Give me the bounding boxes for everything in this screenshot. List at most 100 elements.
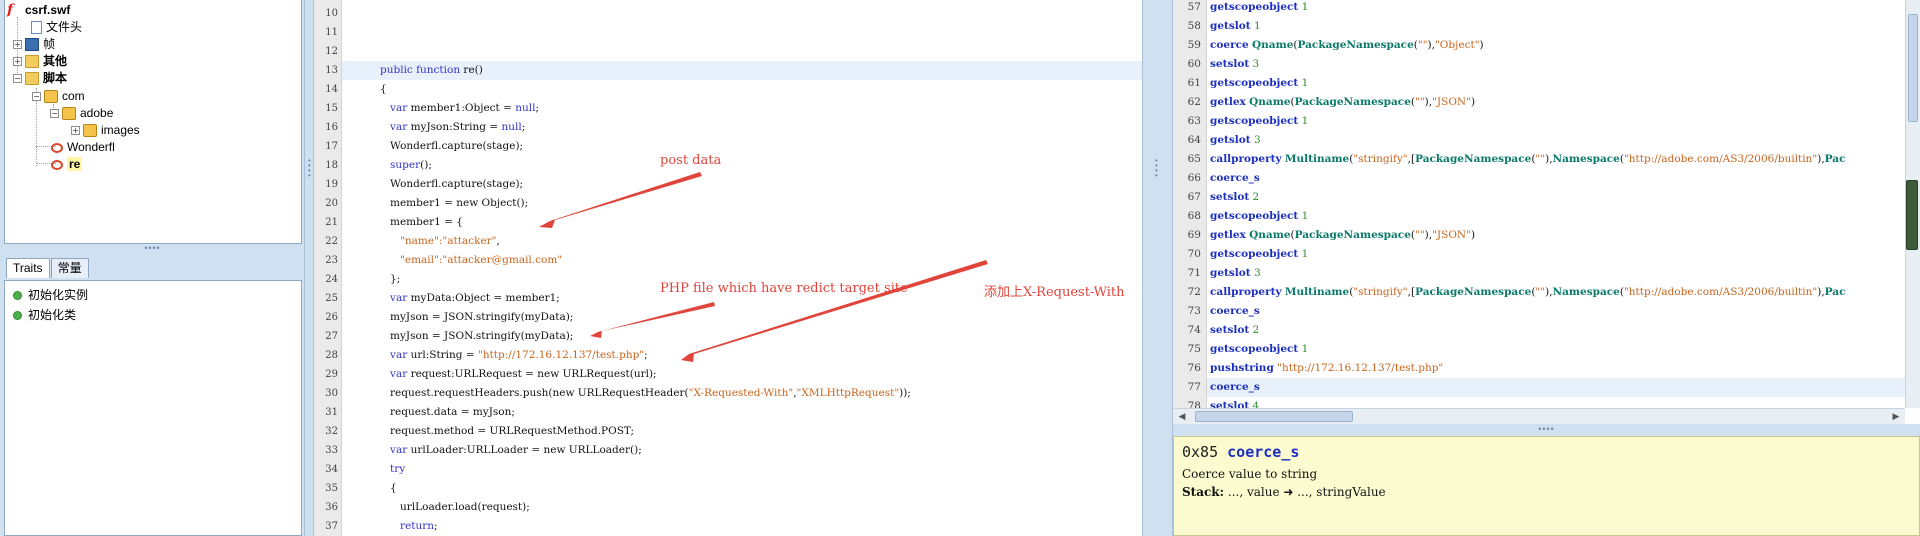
horizontal-splitter-right[interactable]: ••••: [1173, 424, 1920, 436]
splitter-grip-icon: • • • •: [1155, 156, 1158, 180]
pcode-line-number: 67: [1187, 191, 1201, 203]
scroll-right-icon[interactable]: ▶: [1889, 410, 1903, 423]
folder-open-icon: [25, 72, 39, 86]
green-dot-icon: [13, 311, 22, 321]
pcode-line[interactable]: getlex Qname(PackageNamespace(""),"JSON"…: [1210, 93, 1475, 112]
decompiled-source-editor[interactable]: 10 11 12 13 14 15 16 17 18 19 20 21 22 23 24 25 26 27 28 29…: [314, 0, 1142, 536]
pcode-line[interactable]: getscopeobject 1: [1210, 74, 1308, 93]
instruction-description: Coerce value to string: [1182, 467, 1318, 481]
pcode-line-number: 71: [1187, 267, 1201, 279]
package-icon: [62, 107, 76, 121]
pcode-line-number: 57: [1187, 1, 1201, 13]
vertical-splitter-right[interactable]: • • • •: [1142, 0, 1173, 536]
tab-constants[interactable]: 常量: [50, 258, 89, 278]
scroll-left-icon[interactable]: ◀: [1175, 410, 1189, 423]
tree-item-com[interactable]: − com: [32, 88, 85, 105]
pcode-line-number: 76: [1187, 362, 1201, 374]
class-icon: [51, 142, 63, 153]
class-icon: [51, 159, 63, 170]
pcode-line-number: 65: [1187, 153, 1201, 165]
pcode-line[interactable]: getscopeobject 1: [1210, 207, 1308, 226]
pcode-line[interactable]: getslot 3: [1210, 131, 1261, 150]
collapse-icon[interactable]: −: [32, 92, 41, 102]
pcode-line[interactable]: setslot 2: [1210, 188, 1259, 207]
document-icon: [31, 21, 42, 35]
pcode-line[interactable]: getlex Qname(PackageNamespace(""),"JSON"…: [1210, 226, 1475, 245]
pcode-line[interactable]: coerce_s: [1210, 302, 1260, 321]
pcode-line-number: 74: [1187, 324, 1201, 336]
left-panel: f csrf.swf 文件头 + 帧 + 其他 − 脚本 − com − adobe + im…: [0, 0, 305, 536]
instruction-stack: Stack: ..., value ➜ ..., stringValue: [1182, 485, 1911, 499]
tree-root-csrf[interactable]: f csrf.swf: [7, 2, 70, 19]
vertical-scroll-thumb[interactable]: [1908, 14, 1918, 122]
folder-icon: [25, 55, 39, 69]
pcode-horizontal-scrollbar[interactable]: ◀ ▶: [1173, 408, 1905, 424]
pcode-line[interactable]: getslot 3: [1210, 264, 1261, 283]
arrow-post-data: [539, 172, 702, 228]
pcode-line-number: 62: [1187, 96, 1201, 108]
pcode-line[interactable]: getslot 1: [1210, 17, 1261, 36]
pcode-line-number: 61: [1187, 77, 1201, 89]
collapse-icon[interactable]: −: [13, 74, 22, 84]
instruction-title: 0x85 coerce_s: [1182, 443, 1911, 461]
vertical-splitter-left[interactable]: • • • •: [305, 0, 314, 536]
pcode-line[interactable]: coerce_s: [1210, 169, 1260, 188]
horizontal-splitter[interactable]: ••••: [0, 244, 305, 254]
pcode-line-number: 75: [1187, 343, 1201, 355]
tree-item-other[interactable]: + 其他: [13, 53, 67, 70]
pcode-line-number: 58: [1187, 20, 1201, 32]
package-icon: [44, 90, 58, 104]
pcode-line-number: 69: [1187, 229, 1201, 241]
traits-tabbar: Traits 常量: [6, 258, 90, 278]
pcode-editor[interactable]: 57 58 59 60 61 62 63 64 65 66 67 68 69 70 71 72 73 74 75 76…: [1173, 0, 1905, 408]
green-dot-icon: [13, 291, 22, 301]
instruction-doc-panel: 0x85 coerce_s Coerce value to string Sta…: [1173, 436, 1920, 536]
pcode-line-number: 77: [1187, 381, 1201, 393]
tree-item-images[interactable]: + images: [71, 122, 140, 139]
pcode-line[interactable]: setslot 3: [1210, 55, 1259, 74]
pcode-line[interactable]: getscopeobject 1: [1210, 340, 1308, 359]
pcode-line[interactable]: coerce_s: [1210, 378, 1260, 397]
minimap-marker: [1906, 180, 1918, 250]
stack-value: ..., value ➜ ..., stringValue: [1227, 485, 1386, 499]
tree-item-frames[interactable]: + 帧: [13, 36, 55, 53]
trait-item-class-init[interactable]: 初始化类: [5, 305, 301, 325]
pcode-line-number: 64: [1187, 134, 1201, 146]
tree-item-header[interactable]: 文件头: [31, 19, 82, 36]
frame-icon: [25, 38, 39, 52]
tree-item-wonderfl[interactable]: Wonderfl: [51, 139, 115, 156]
expand-icon[interactable]: +: [13, 40, 22, 50]
pcode-line-number: 66: [1187, 172, 1201, 184]
pcode-line-number: 68: [1187, 210, 1201, 222]
trait-item-instance-init[interactable]: 初始化实例: [5, 285, 301, 305]
tree-item-scripts[interactable]: − 脚本: [13, 70, 67, 87]
pcode-line[interactable]: callproperty Multiname("stringify",[Pack…: [1210, 283, 1845, 302]
instruction-code: 0x85: [1182, 443, 1219, 461]
current-pcode-highlight: [1207, 378, 1905, 397]
collapse-icon[interactable]: −: [50, 109, 59, 119]
pcode-line[interactable]: setslot 4: [1210, 397, 1259, 408]
splitter-grip-icon: • • • •: [308, 156, 311, 180]
pcode-line[interactable]: coerce Qname(PackageNamespace(""),"Objec…: [1210, 36, 1484, 55]
pcode-line[interactable]: setslot 2: [1210, 321, 1259, 340]
pcode-line-number: 59: [1187, 39, 1201, 51]
pcode-line[interactable]: getscopeobject 1: [1210, 0, 1308, 17]
pcode-line[interactable]: callproperty Multiname("stringify",[Pack…: [1210, 150, 1845, 169]
expand-icon[interactable]: +: [71, 126, 80, 136]
pcode-line[interactable]: getscopeobject 1: [1210, 245, 1308, 264]
arrow-php-file: [590, 302, 715, 338]
expand-icon[interactable]: +: [13, 57, 22, 67]
tab-traits[interactable]: Traits: [6, 258, 50, 278]
pcode-line-number: 70: [1187, 248, 1201, 260]
pcode-line-gutter: 57 58 59 60 61 62 63 64 65 66 67 68 69 70 71 72 73 74 75 76…: [1173, 0, 1207, 408]
pcode-line[interactable]: getscopeobject 1: [1210, 112, 1308, 131]
tree-item-adobe[interactable]: − adobe: [50, 105, 113, 122]
stack-label: Stack:: [1182, 485, 1225, 499]
traits-list: 初始化实例 初始化类: [4, 280, 302, 536]
package-icon: [83, 124, 97, 138]
annotation-arrows: [539, 172, 988, 362]
tree-item-re[interactable]: re: [51, 156, 83, 173]
resource-tree: f csrf.swf 文件头 + 帧 + 其他 − 脚本 − com − adobe + im…: [4, 0, 302, 244]
pcode-line[interactable]: pushstring "http://172.16.12.137/test.ph…: [1210, 359, 1443, 378]
horizontal-scroll-thumb[interactable]: [1195, 411, 1353, 422]
